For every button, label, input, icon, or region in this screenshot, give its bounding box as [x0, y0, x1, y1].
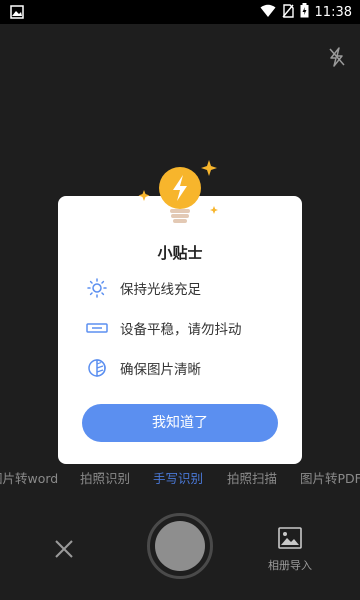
mode-handwriting-recognition[interactable]: 手写识别 [153, 468, 203, 487]
album-import-button[interactable]: 相册导入 [262, 527, 318, 577]
tip-label: 保持光线充足 [120, 282, 201, 298]
mode-photo-recognition[interactable]: 拍照识别 [80, 468, 130, 487]
mode-image-to-pdf[interactable]: 图片转PDF [300, 468, 360, 487]
tips-dialog: 小贴士 保持光线充足 设备平稳，请勿抖动 确保图片清晰 我知道了 [58, 196, 302, 464]
tip-label: 设备平稳，请勿抖动 [120, 322, 242, 338]
tip-item: 确保图片清晰 [86, 356, 286, 380]
battery-charging-icon [300, 3, 309, 22]
tip-label: 确保图片清晰 [120, 362, 201, 378]
close-icon[interactable] [52, 537, 76, 561]
contrast-icon [86, 357, 108, 379]
no-sim-icon [281, 3, 294, 22]
sun-icon [86, 277, 108, 299]
got-it-button[interactable]: 我知道了 [82, 404, 278, 442]
mode-image-to-word[interactable]: 图片转word [0, 468, 58, 487]
shutter-button[interactable] [147, 513, 213, 579]
dialog-title: 小贴士 [157, 244, 203, 262]
status-bar: 11:38 [0, 0, 360, 24]
camera-controls: 相册导入 [0, 505, 360, 600]
level-icon [86, 317, 108, 339]
album-import-label: 相册导入 [268, 559, 312, 572]
shutter-inner [155, 521, 205, 571]
clock: 11:38 [314, 5, 352, 20]
tip-item: 保持光线充足 [86, 276, 286, 300]
wifi-icon [260, 3, 276, 22]
mode-photo-scan[interactable]: 拍照扫描 [227, 468, 277, 487]
gallery-notification-icon [10, 4, 24, 23]
lightbulb-icon [130, 152, 230, 232]
image-icon [278, 527, 302, 553]
mode-selector: 图片转word 拍照识别 手写识别 拍照扫描 图片转PDF [0, 468, 360, 490]
tip-item: 设备平稳，请勿抖动 [86, 316, 286, 340]
flash-off-icon[interactable] [326, 46, 348, 68]
